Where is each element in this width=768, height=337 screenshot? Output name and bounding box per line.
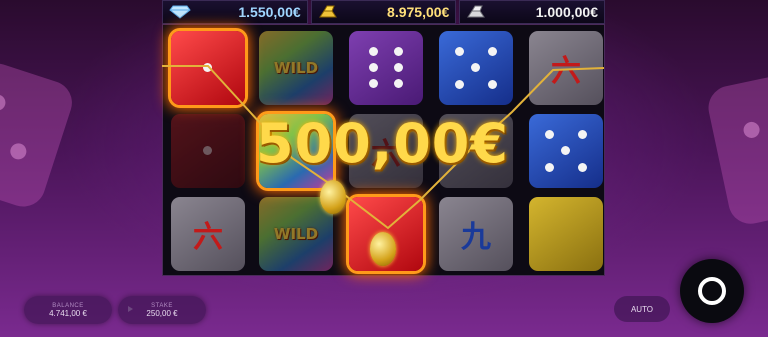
- die-purple-six: [349, 31, 423, 105]
- wild-symbol: WILD: [259, 31, 333, 105]
- jackpot-gold-value: 8.975,00€: [387, 4, 450, 20]
- die-grey-six-char: 六: [171, 197, 245, 271]
- balance-value: 4.741,00 €: [49, 308, 87, 318]
- die-grey-nine-char: 九: [439, 197, 513, 271]
- silver-bars-icon: [467, 5, 486, 18]
- background-die-left: [0, 57, 78, 213]
- background-die-right: [704, 72, 768, 228]
- diamond-icon: [169, 5, 191, 19]
- die-yellow: [529, 197, 603, 271]
- wild-label: WILD: [273, 225, 319, 243]
- stake-selector[interactable]: STAKE 250,00 €: [118, 296, 206, 324]
- win-amount: 500,00€: [256, 112, 509, 175]
- nine-char-label: 九: [461, 220, 491, 255]
- die-red-one: [171, 31, 245, 105]
- jackpot-bar: 1.550,00€ 8.975,00€ 1.000,00€: [162, 0, 606, 24]
- gold-coin: [320, 180, 346, 214]
- jackpot-gold: 8.975,00€: [310, 0, 457, 24]
- six-char-label: 六: [193, 220, 223, 255]
- wild-symbol: WILD: [259, 197, 333, 271]
- wild-label: WILD: [273, 59, 319, 77]
- die-darkred-one: [171, 114, 245, 188]
- jackpot-diamond: 1.550,00€: [162, 0, 308, 24]
- gold-bars-icon: [318, 5, 337, 18]
- six-char-label: 六: [551, 54, 581, 89]
- jackpot-silver: 1.000,00€: [459, 0, 606, 24]
- auto-button[interactable]: AUTO: [614, 296, 670, 322]
- stake-value: 250,00 €: [146, 308, 178, 318]
- jackpot-silver-value: 1.000,00€: [535, 4, 599, 20]
- gold-coin: [370, 232, 396, 266]
- die-blue-five: [439, 31, 513, 105]
- spin-button[interactable]: [680, 259, 744, 323]
- die-grey-six-char: 六: [529, 31, 603, 105]
- balance-display: BALANCE 4.741,00 €: [24, 296, 112, 324]
- jackpot-diamond-value: 1.550,00€: [238, 4, 301, 20]
- die-blue-five: [529, 114, 603, 188]
- spin-ring-icon: [698, 277, 726, 305]
